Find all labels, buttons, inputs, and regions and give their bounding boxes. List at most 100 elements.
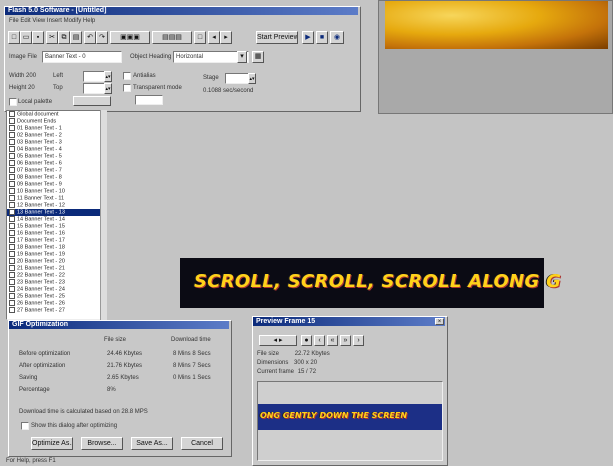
frame-list-item[interactable]: 15 Banner Text - 15 [7, 223, 101, 230]
frame-icon [9, 216, 15, 222]
frame-list-item[interactable]: 20 Banner Text - 20 [7, 258, 101, 265]
preview-close-icon[interactable]: × [435, 318, 444, 325]
open-button[interactable]: ▭ [20, 31, 32, 44]
paste-button[interactable]: ▤ [70, 31, 82, 44]
frame-list-item[interactable]: 01 Banner Text - 1 [7, 125, 101, 132]
frame-list-item[interactable]: 08 Banner Text - 8 [7, 174, 101, 181]
frame-list-item[interactable]: 24 Banner Text - 24 [7, 286, 101, 293]
frame-list-item[interactable]: 12 Banner Text - 12 [7, 202, 101, 209]
transparent-checkbox[interactable] [123, 84, 131, 92]
frame-list-item[interactable]: 19 Banner Text - 19 [7, 251, 101, 258]
preview-stat-1: Dimensions 300 x 20 [257, 360, 318, 366]
image-file-input[interactable]: Banner Text - 0 [42, 51, 122, 63]
frame-list-item[interactable]: 25 Banner Text - 25 [7, 293, 101, 300]
start-preview-button[interactable]: Start Preview [256, 31, 298, 44]
main-titlebar: Flash 5.0 Software - [Untitled] [5, 7, 358, 15]
show-dialog-checkbox[interactable] [21, 422, 29, 430]
copy-button[interactable]: ⧉ [58, 31, 70, 44]
frame-icon [9, 209, 15, 215]
menu-bar[interactable]: File Edit View Insert Modify Help [9, 18, 95, 24]
preview-banner: ONG GENTLY DOWN THE SCREEN [258, 404, 442, 430]
save-as-button[interactable]: Save As... [131, 437, 173, 450]
undo-button[interactable]: ↶ [84, 31, 96, 44]
next-button[interactable]: ▸ [220, 31, 232, 44]
preview-window: Preview Frame 15 × ◂ ▸ ● ‹ « » › File si… [252, 316, 448, 466]
antialias-checkbox[interactable] [123, 72, 131, 80]
frame-list-item[interactable]: Global document [7, 111, 101, 118]
frame-button[interactable]: □ [194, 31, 206, 44]
object-dropdown-icon[interactable]: ▾ [237, 51, 247, 63]
frame-list-item[interactable]: 06 Banner Text - 6 [7, 160, 101, 167]
image-file-label: Image File [9, 54, 38, 60]
frame-list-item[interactable]: 11 Banner Text - 11 [7, 195, 101, 202]
stage-spinner[interactable]: ▴▾ [248, 73, 256, 84]
palette-button[interactable] [73, 96, 111, 106]
new-button[interactable]: □ [8, 31, 20, 44]
frame-list-item[interactable]: 07 Banner Text - 7 [7, 167, 101, 174]
left-input[interactable] [83, 71, 105, 82]
preview-prev-icon[interactable]: « [327, 335, 338, 346]
optimize-as-button[interactable]: Optimize As... [31, 437, 73, 450]
preview-stop-icon[interactable]: ● [301, 335, 312, 346]
top-input[interactable] [83, 83, 105, 94]
top-spinner[interactable]: ▴▾ [104, 83, 112, 94]
preview-first-icon[interactable]: ‹ [314, 335, 325, 346]
frame-list-item[interactable]: 14 Banner Text - 14 [7, 216, 101, 223]
frame-list-item[interactable]: 27 Banner Text - 27 [7, 307, 101, 314]
record-icon[interactable]: ◉ [330, 31, 344, 44]
preview-banner-text: ONG GENTLY DOWN THE SCREEN [260, 411, 408, 420]
frame-list-item[interactable]: 18 Banner Text - 18 [7, 244, 101, 251]
frame-list-item-label: 24 Banner Text - 24 [17, 286, 65, 293]
zoom-button[interactable]: ▤▤▤ [152, 31, 192, 44]
frame-list-item[interactable]: 05 Banner Text - 5 [7, 153, 101, 160]
frame-list-item-label: 27 Banner Text - 27 [17, 307, 65, 314]
frame-list-item-label: 15 Banner Text - 15 [17, 223, 65, 230]
frame-list-item[interactable]: 03 Banner Text - 3 [7, 139, 101, 146]
optimize-row-time: 8 Mins 8 Secs [173, 351, 211, 357]
frame-list-item-label: 06 Banner Text - 6 [17, 160, 62, 167]
frame-list-item-label: 23 Banner Text - 23 [17, 279, 65, 286]
frame-list-item[interactable]: 04 Banner Text - 4 [7, 146, 101, 153]
preview-rewind-button[interactable]: ◂ ▸ [259, 335, 297, 346]
fit-button[interactable]: ▣▣▣ [110, 31, 150, 44]
cancel-button[interactable]: Cancel [181, 437, 223, 450]
frame-list[interactable]: Global document Document Ends 01 Banner Te… [6, 110, 102, 320]
save-button[interactable]: ▪ [32, 31, 44, 44]
browse-button[interactable]: Browse... [81, 437, 123, 450]
frame-list-item[interactable]: 22 Banner Text - 22 [7, 272, 101, 279]
prev-button[interactable]: ◂ [208, 31, 220, 44]
preview-next-icon[interactable]: » [340, 335, 351, 346]
optimize-note: Download time is calculated based on 28.… [19, 409, 148, 415]
frame-icon [9, 188, 15, 194]
frame-list-item-label: 11 Banner Text - 11 [17, 195, 65, 202]
frame-list-item[interactable]: Document Ends [7, 118, 101, 125]
color-swatch[interactable] [135, 95, 163, 105]
stage-input[interactable] [225, 73, 249, 84]
optimize-row-size: 24.46 Kbytes [107, 351, 143, 357]
frame-list-item[interactable]: 09 Banner Text - 9 [7, 181, 101, 188]
frame-list-item[interactable]: 17 Banner Text - 17 [7, 237, 101, 244]
frame-list-item-label: 03 Banner Text - 3 [17, 139, 62, 146]
frame-list-item[interactable]: 23 Banner Text - 23 [7, 279, 101, 286]
object-settings-icon[interactable]: ▦ [252, 51, 264, 63]
play-icon[interactable]: ▶ [302, 31, 314, 44]
cut-button[interactable]: ✂ [46, 31, 58, 44]
frame-list-item[interactable]: 16 Banner Text - 16 [7, 230, 101, 237]
show-dialog-label: Show this dialog after optimizing [31, 423, 118, 429]
optimize-row-label: Saving [19, 375, 38, 381]
left-spinner[interactable]: ▴▾ [104, 71, 112, 82]
frame-list-item-label: 02 Banner Text - 2 [17, 132, 62, 139]
local-palette-checkbox[interactable] [9, 98, 17, 106]
frame-list-scrollbar[interactable] [100, 110, 107, 320]
stop-icon[interactable]: ■ [316, 31, 328, 44]
width-label: Width 200 [9, 73, 37, 79]
frame-list-item[interactable]: 21 Banner Text - 21 [7, 265, 101, 272]
preview-last-icon[interactable]: › [353, 335, 364, 346]
redo-button[interactable]: ↷ [96, 31, 108, 44]
frame-list-item[interactable]: 26 Banner Text - 26 [7, 300, 101, 307]
canvas-banner-text: SCROLL, SCROLL, SCROLL ALONG G [194, 271, 562, 292]
frame-icon [9, 160, 15, 166]
frame-list-item[interactable]: 13 Banner Text - 13 [7, 209, 101, 216]
frame-list-item[interactable]: 10 Banner Text - 10 [7, 188, 101, 195]
frame-list-item[interactable]: 02 Banner Text - 2 [7, 132, 101, 139]
